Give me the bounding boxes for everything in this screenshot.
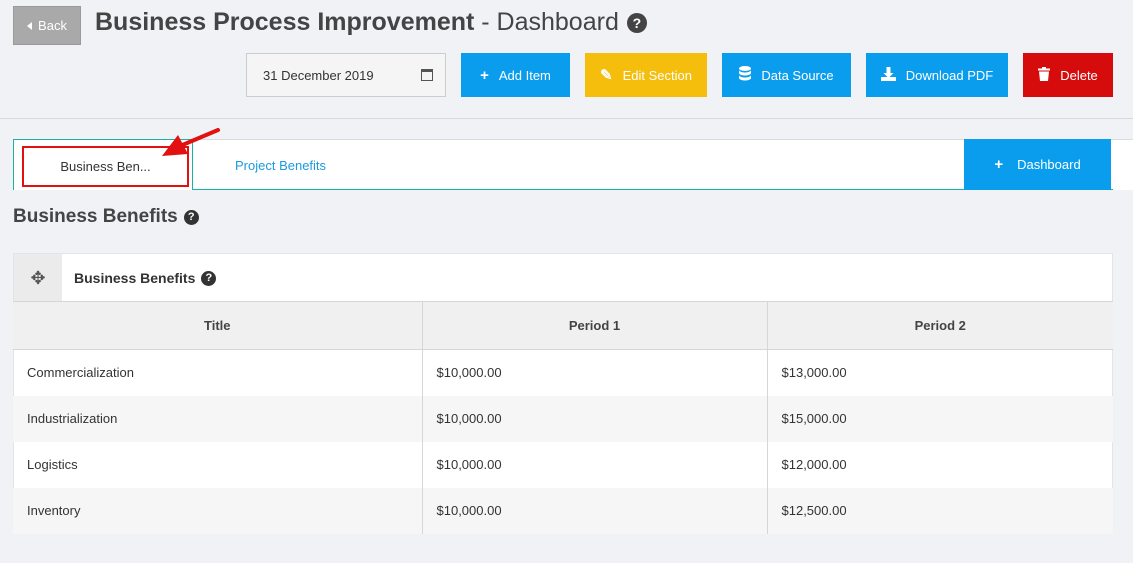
column-header-period-1[interactable]: Period 1 — [422, 301, 768, 350]
cell-period-2: $13,000.00 — [781, 365, 847, 381]
date-value: 31 December 2019 — [263, 67, 374, 83]
section-title-text: Business Benefits — [13, 206, 178, 227]
add-dashboard-button[interactable]: + Dashboard — [964, 139, 1111, 190]
back-label: Back — [38, 18, 67, 33]
benefits-table: Title Period 1 Period 2 Commercializatio… — [13, 301, 1113, 534]
edit-section-label: Edit Section — [622, 67, 692, 83]
database-icon — [739, 66, 752, 84]
cell-period-2: $15,000.00 — [767, 395, 1113, 442]
delete-label: Delete — [1060, 67, 1098, 83]
data-source-label: Data Source — [761, 67, 834, 83]
table-row: Logistics $10,000.00 $12,000.00 — [13, 441, 1113, 488]
add-item-button[interactable]: + Add Item — [461, 53, 570, 97]
page-title: Business Process Improvement - Dashboard… — [95, 8, 647, 37]
download-icon — [880, 66, 896, 84]
cell-period-1: $10,000.00 — [422, 395, 768, 442]
pencil-icon: ✎ — [600, 66, 613, 84]
cell-title: Inventory — [13, 487, 423, 534]
help-icon[interactable]: ? — [201, 270, 217, 286]
cell-period-2: $12,500.00 — [767, 487, 1113, 534]
header-divider — [0, 118, 1133, 119]
add-item-label: Add Item — [498, 67, 551, 83]
cell-title: Commercialization — [13, 349, 423, 396]
tab-project-benefits-label: Project Benefits — [235, 157, 327, 173]
move-icon[interactable]: ✥ — [14, 254, 62, 302]
back-button[interactable]: Back — [13, 6, 81, 45]
edit-section-button[interactable]: ✎ Edit Section — [585, 53, 707, 97]
download-pdf-label: Download PDF — [905, 67, 994, 83]
add-dashboard-label: Dashboard — [1017, 157, 1081, 172]
date-picker[interactable]: 31 December 2019 — [246, 53, 446, 97]
benefits-panel: ✥ Business Benefits ? Title Period 1 Per… — [13, 253, 1113, 534]
panel-title-text: Business Benefits — [74, 270, 196, 286]
table-row: Commercialization $10,000.00 $13,000.00 — [13, 349, 1113, 396]
table-header-row: Title Period 1 Period 2 — [13, 301, 1113, 350]
caret-left-icon — [27, 21, 33, 30]
column-header-period-2[interactable]: Period 2 — [767, 301, 1113, 350]
help-icon[interactable]: ? — [183, 209, 199, 225]
cell-period-1: $10,000.00 — [422, 441, 768, 488]
page-title-sub: - Dashboard — [474, 8, 619, 36]
panel-header: ✥ Business Benefits ? — [14, 254, 1112, 302]
plus-icon: + — [480, 66, 489, 84]
help-icon[interactable]: ? — [626, 12, 647, 33]
plus-icon: + — [994, 156, 1004, 173]
page-title-main: Business Process Improvement — [95, 8, 475, 36]
download-pdf-button[interactable]: Download PDF — [866, 53, 1008, 97]
data-source-button[interactable]: Data Source — [722, 53, 851, 97]
delete-button[interactable]: Delete — [1023, 53, 1113, 97]
cell-title: Logistics — [13, 441, 423, 488]
table-row: Industrialization $10,000.00 $15,000.00 — [13, 395, 1113, 442]
cell-period-1: $10,000.00 — [422, 487, 768, 534]
annotation-arrow-icon — [162, 128, 220, 156]
cell-period-2: $12,000.00 — [781, 457, 847, 472]
cell-title: Industrialization — [13, 395, 423, 442]
calendar-icon[interactable] — [421, 69, 433, 81]
column-header-title[interactable]: Title — [13, 301, 423, 350]
section-title: Business Benefits ? — [13, 206, 199, 228]
cell-period-1: $10,000.00 — [422, 349, 768, 396]
table-row: Inventory $10,000.00 $12,500.00 — [13, 487, 1113, 534]
panel-title: Business Benefits ? — [74, 270, 217, 286]
trash-icon — [1038, 66, 1051, 84]
